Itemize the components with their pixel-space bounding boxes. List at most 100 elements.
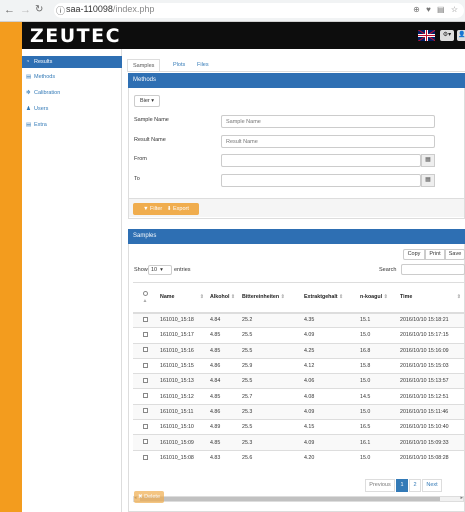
page-2-button[interactable]: 2 [409,479,421,492]
scroll-right-icon[interactable]: ▸ [460,495,463,501]
info-icon[interactable]: ⓘ [56,4,65,17]
next-page-button[interactable]: Next [422,479,442,492]
row-checkbox[interactable] [142,347,148,353]
export-button[interactable]: Export [173,206,189,212]
table-cell: 4.35 [301,311,357,328]
column-header-time[interactable]: Time ⇕ [397,282,464,314]
methods-panel-title: Methods [128,73,465,88]
page-length-value: 10 [151,267,158,273]
page-1-button[interactable]: 1 [396,479,408,492]
download-icon: ⬇ [166,206,172,212]
select-all-column[interactable]: ▲ [133,282,157,314]
sidebar-item-extra[interactable]: ▤ Extra [22,119,122,131]
sidebar-item-label: Calibration [34,90,61,96]
row-select-cell[interactable] [133,419,157,435]
row-select-cell[interactable] [133,342,157,359]
row-select-cell[interactable] [133,388,157,405]
filter-icon: ▼ [143,206,149,212]
table-row[interactable]: 161010_15:10 4.89 25.5 4.15 16.5 2016/10/10 1… [133,419,464,435]
sidebar-item-methods[interactable]: ▤ Methods [22,71,122,83]
sidebar-item-results[interactable]: ◔ Results [22,56,122,68]
print-button[interactable]: Print [425,249,445,260]
row-select-cell[interactable] [133,311,157,328]
row-select-cell[interactable] [133,449,157,466]
row-checkbox[interactable] [142,408,148,414]
close-icon: ✖ [137,494,143,500]
filter-button[interactable]: Filter [150,206,162,212]
table-cell: 4.12 [301,357,357,374]
previous-page-button[interactable]: Previous [365,479,395,492]
row-checkbox[interactable] [142,316,148,322]
row-checkbox[interactable] [142,423,148,429]
calendar-icon[interactable]: ▦ [421,154,435,167]
sidebar-item-label: Extra [34,122,47,128]
table-cell: 25.3 [239,403,301,420]
settings-dropdown-button[interactable]: ⚙▾ [440,30,454,41]
table-row[interactable]: 161010_15:18 4.84 25.2 4.35 15.1 2016/10/10 1… [133,311,464,328]
table-cell: 14.5 [357,388,397,405]
list-icon: ▤ [26,74,32,80]
row-select-cell[interactable] [133,434,157,451]
table-row[interactable]: 161010_15:16 4.85 25.5 4.25 16.8 2016/10/10 1… [133,342,464,359]
page-length-select[interactable]: 10 ▾ [148,265,172,275]
column-header-alkohol[interactable]: Alkohol ⇕ [207,282,239,314]
sidebar-item-users[interactable]: ♟ Users [22,103,122,115]
table-row[interactable]: 161010_15:12 4.85 25.7 4.08 14.5 2016/10/10 1… [133,388,464,405]
table-cell: 4.15 [301,419,357,435]
filter-export-button-group[interactable]: ▼ Filter ⬇ Export [133,203,199,215]
column-header-extraktgehalt[interactable]: Extraktgehalt ⇕ [301,282,357,314]
save-button[interactable]: Save [445,249,465,260]
sidebar-item-calibration[interactable]: ✻ Calibration [22,87,122,99]
column-label: Name [160,294,175,301]
table-cell: 161010_15:16 [157,342,207,359]
user-dropdown-button[interactable]: 👤 [457,30,465,41]
list-icon: ▤ [26,122,32,128]
url-path: /index.php [112,4,155,14]
back-arrow-icon[interactable]: ← [4,4,15,16]
table-row[interactable]: 161010_15:13 4.84 25.5 4.06 15.0 2016/10/10 1… [133,373,464,389]
horizontal-scrollbar[interactable]: ◂ ▸ [133,495,464,502]
row-select-cell[interactable] [133,357,157,374]
column-header-name[interactable]: Name ⇕ [157,282,207,314]
table-cell: 4.20 [301,449,357,466]
result-name-input[interactable] [221,135,435,148]
browser-action-icons[interactable]: ⊕ ♥ ▤ ☆ [413,5,460,14]
table-row[interactable]: 161010_15:11 4.86 25.3 4.09 15.0 2016/10/10 1… [133,403,464,420]
table-cell: 4.85 [207,434,239,451]
method-dropdown[interactable]: Bier ▾ [134,95,160,107]
column-header-n-koagul[interactable]: n-koagul ⇕ [357,282,397,314]
search-input[interactable] [401,264,465,275]
row-select-cell[interactable] [133,403,157,420]
forward-arrow-icon[interactable]: → [20,4,31,16]
table-row[interactable]: 161010_15:09 4.85 25.3 4.09 16.1 2016/10/10 1… [133,434,464,451]
row-checkbox[interactable] [142,439,148,445]
table-row[interactable]: 161010_15:08 4.83 25.6 4.20 15.0 2016/10/10 1… [133,449,464,466]
table-row[interactable]: 161010_15:15 4.86 25.9 4.12 15.8 2016/10/10 1… [133,357,464,374]
table-cell: 161010_15:09 [157,434,207,451]
methods-panel: Bier ▾ Sample Name Result Name From ▦ To… [128,88,465,219]
uk-flag-icon[interactable] [418,30,435,41]
address-bar[interactable]: ⓘ saa-110098/index.php ⊕ ♥ ▤ ☆ [54,3,464,18]
copy-button[interactable]: Copy [403,249,425,260]
pagination: Previous 1 2 Next [365,479,465,492]
reload-icon[interactable]: ↻ [35,4,43,15]
row-checkbox[interactable] [142,331,148,337]
column-header-bittereinheiten[interactable]: Bittereinheiten ⇕ [239,282,301,314]
row-checkbox[interactable] [142,393,148,399]
from-date-input[interactable] [221,154,421,167]
select-all-checkbox[interactable] [142,290,148,296]
row-select-cell[interactable] [133,327,157,344]
table-row[interactable]: 161010_15:17 4.85 25.5 4.09 15.0 2016/10/10 1… [133,327,464,344]
column-label: Bittereinheiten [242,294,280,301]
sample-name-input[interactable] [221,115,435,128]
to-date-input[interactable] [221,174,421,187]
calendar-icon[interactable]: ▦ [421,174,435,187]
methods-panel-footer: ▼ Filter ⬇ Export [129,198,464,217]
scrollbar-thumb[interactable] [140,497,440,501]
row-checkbox[interactable] [142,377,148,383]
row-checkbox[interactable] [142,454,148,460]
row-checkbox[interactable] [142,362,148,368]
delete-label: Delete [144,494,161,500]
delete-button[interactable]: ✖ Delete [134,491,164,503]
row-select-cell[interactable] [133,373,157,389]
